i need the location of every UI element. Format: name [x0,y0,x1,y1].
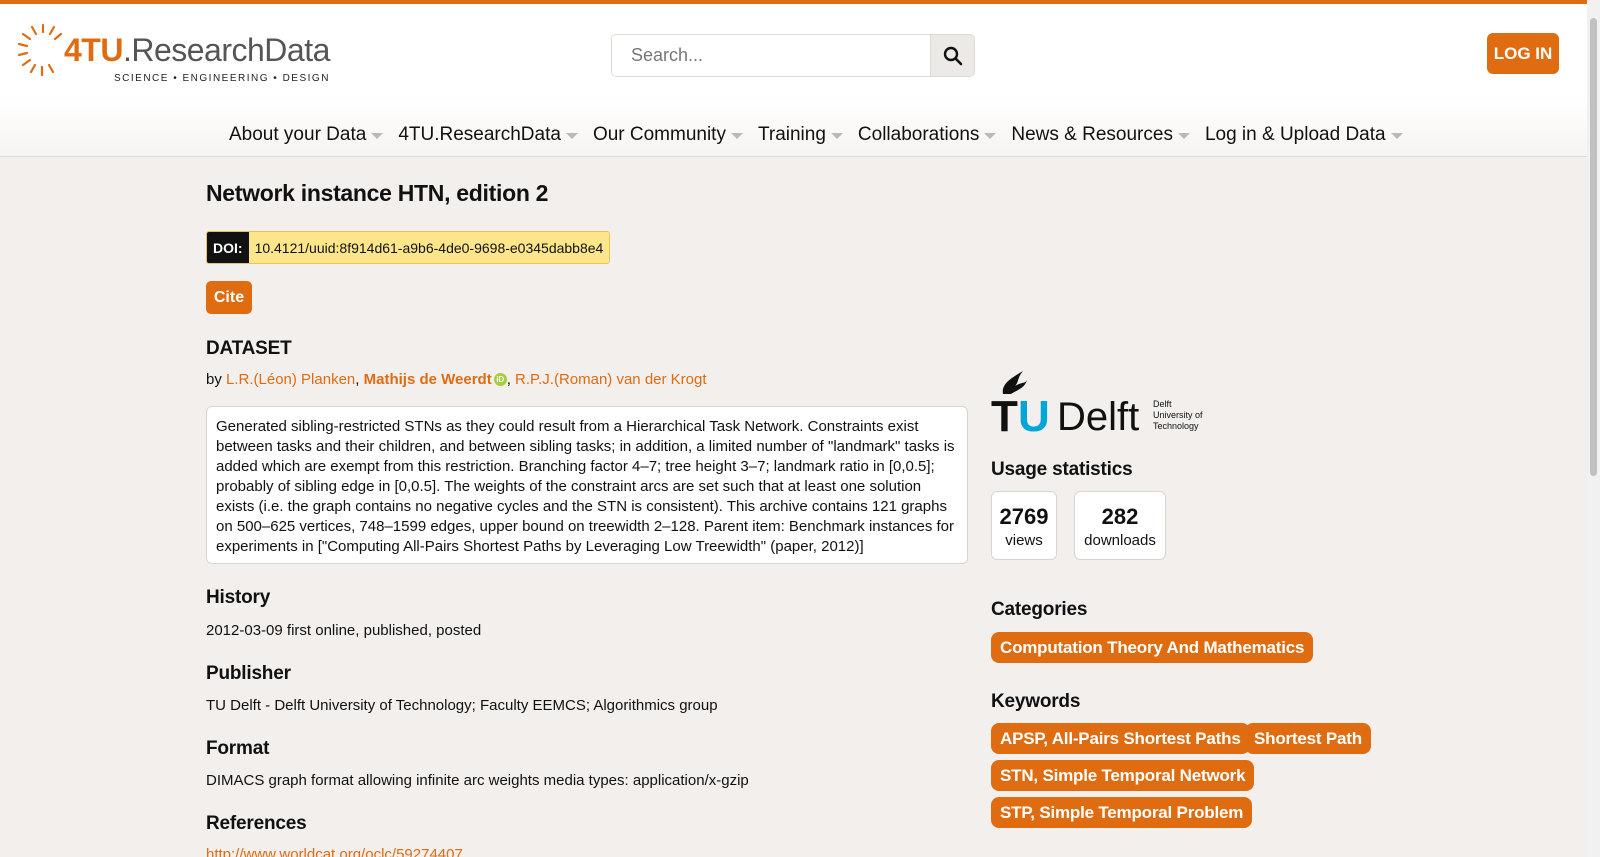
cite-button[interactable]: Cite [206,281,252,314]
scrollbar-thumb[interactable] [1590,18,1597,476]
reference-link[interactable]: http://www.worldcat.org/oclc/59274407 [206,846,463,857]
page-title: Network instance HTN, edition 2 [206,180,549,206]
search-icon [943,46,962,65]
author-link-planken[interactable]: L.R.(Léon) Planken [226,371,355,388]
publisher-text: TU Delft - Delft University of Technolog… [206,697,718,714]
history-heading: History [206,587,271,608]
search-button[interactable] [930,35,974,76]
doi-label: DOI: [207,232,249,263]
keywords-heading: Keywords [991,691,1081,712]
keyword-tag[interactable]: APSP, All-Pairs Shortest Paths [991,723,1250,754]
nav-item-collaborations[interactable]: Collaborations [858,120,997,150]
dataset-type-heading: DATASET [206,338,292,359]
orcid-icon[interactable]: iD [493,373,507,386]
tu-delft-flame-icon: T U Delft Delft University of Technology [991,371,1203,441]
downloads-count: 282 [1101,504,1139,529]
views-stat: 2769 views [991,491,1057,560]
downloads-label: downloads [1084,532,1156,549]
format-heading: Format [206,738,270,759]
keyword-tag[interactable]: STN, Simple Temporal Network [991,760,1255,791]
nav-item-news-resources[interactable]: News & Resources [1011,120,1190,150]
downloads-stat: 282 downloads [1074,491,1166,560]
main-nav: About your Data 4TU.ResearchData Our Com… [229,120,1418,150]
chevron-down-icon [565,133,578,139]
nav-item-4tu-researchdata[interactable]: 4TU.ResearchData [398,120,578,150]
nav-item-our-community[interactable]: Our Community [593,120,743,150]
author-link-van-der-krogt[interactable]: R.P.J.(Roman) van der Krogt [515,371,706,388]
logo-wordmark: 4TU.ResearchData [64,32,330,68]
svg-text:Technology: Technology [1153,421,1199,431]
chevron-down-icon [984,133,997,139]
references-heading: References [206,813,307,834]
svg-text:University of: University of [1153,410,1203,420]
login-button[interactable]: LOG IN [1487,33,1559,74]
chevron-down-icon [730,133,743,139]
nav-item-login-upload[interactable]: Log in & Upload Data [1205,120,1403,150]
views-label: views [1005,532,1043,549]
page-scrollbar[interactable] [1587,0,1600,857]
tu-delft-logo: T U Delft Delft University of Technology [991,370,1216,441]
author-link-de-weerdt[interactable]: Mathijs de Weerdt [364,371,492,388]
chevron-down-icon [1390,133,1403,139]
keyword-tag[interactable]: Shortest Path [1245,723,1371,754]
svg-text:T: T [991,392,1018,435]
publisher-heading: Publisher [206,663,291,684]
chevron-down-icon [371,133,384,139]
category-tag[interactable]: Computation Theory And Mathematics [991,632,1314,663]
svg-text:Delft: Delft [1153,399,1172,409]
nav-item-about-your-data[interactable]: About your Data [229,120,384,150]
keyword-tag[interactable]: STP, Simple Temporal Problem [991,797,1253,828]
search-input[interactable] [612,35,932,76]
logo-tagline: SCIENCE • ENGINEERING • DESIGN [114,73,330,84]
categories-heading: Categories [991,599,1088,620]
dataset-description: Generated sibling-restricted STNs as the… [206,406,968,564]
history-text: 2012-03-09 first online, published, post… [206,622,482,639]
views-count: 2769 [999,504,1049,529]
site-header: 4TU.ResearchData SCIENCE • ENGINEERING •… [0,4,1600,157]
chevron-down-icon [1177,133,1190,139]
svg-text:U: U [1018,392,1050,435]
doi-badge[interactable]: DOI: 10.4121/uuid:8f914d61-a9b6-4de0-969… [206,231,611,264]
doi-value[interactable]: 10.4121/uuid:8f914d61-a9b6-4de0-9698-e03… [248,232,610,263]
chevron-down-icon [830,133,843,139]
site-logo[interactable]: 4TU.ResearchData SCIENCE • ENGINEERING •… [14,18,330,88]
author-list: by L.R.(Léon) Planken, Mathijs de Weerdt… [206,371,707,388]
svg-text:Delft: Delft [1057,395,1139,435]
search-bar [611,34,975,77]
nav-item-training[interactable]: Training [758,120,843,150]
format-text: DIMACS graph format allowing infinite ar… [206,772,749,789]
usage-statistics-heading: Usage statistics [991,459,1133,480]
